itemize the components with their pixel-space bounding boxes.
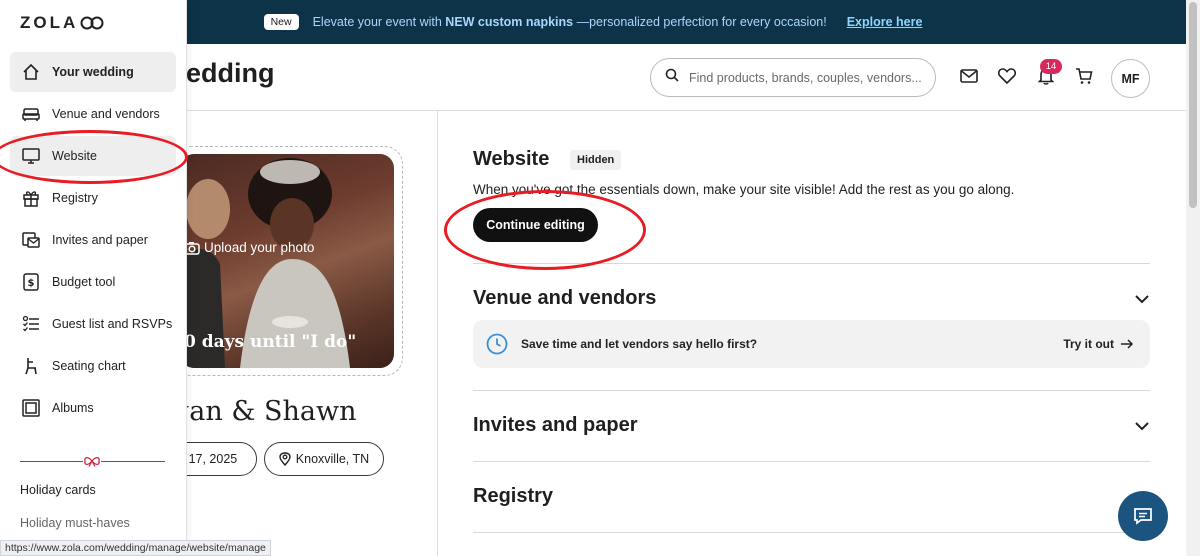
chevron-down-icon[interactable]	[1133, 417, 1151, 435]
upload-photo-button[interactable]: Upload your photo	[184, 240, 314, 255]
sidebar-item-registry[interactable]: Registry	[10, 178, 176, 218]
chat-icon	[1134, 508, 1152, 525]
vendor-tip-text: Save time and let vendors say hello firs…	[521, 337, 758, 351]
scrollbar[interactable]	[1186, 0, 1200, 556]
avatar[interactable]: MF	[1111, 59, 1150, 98]
couple-photo[interactable]: Upload your photo 0 days until "I do"	[180, 154, 394, 368]
section-divider	[473, 390, 1150, 391]
chat-button[interactable]	[1118, 491, 1168, 541]
countdown-text: 0 days until "I do"	[184, 332, 357, 352]
upload-label: Upload your photo	[204, 240, 315, 255]
sidebar-item-label: Albums	[52, 401, 94, 415]
vendor-tip-banner: Save time and let vendors say hello firs…	[473, 320, 1150, 368]
sidebar-item-budget-tool[interactable]: $ Budget tool	[10, 262, 176, 302]
try-it-out-link[interactable]: Try it out	[1063, 337, 1134, 351]
registry-section-title[interactable]: Registry	[473, 485, 553, 508]
page-title: edding	[186, 58, 275, 88]
notification-count-badge: 14	[1040, 59, 1062, 74]
sidebar-item-albums[interactable]: Albums	[10, 388, 176, 428]
svg-text:$: $	[28, 278, 35, 289]
chevron-down-icon[interactable]	[1133, 290, 1151, 308]
dollar-icon: $	[22, 273, 40, 291]
explore-link[interactable]: Explore here	[847, 15, 923, 29]
banner-message-pre: Elevate your event with	[312, 15, 446, 29]
search-bar[interactable]	[650, 58, 936, 97]
holiday-must-haves-link[interactable]: Holiday must-haves	[20, 516, 130, 530]
banner-message-bold: NEW custom napkins	[445, 15, 574, 29]
sidebar: ZOLA Your wedding Venue and vendors Webs…	[0, 0, 187, 556]
sidebar-item-guest-list[interactable]: Guest list and RSVPs	[10, 304, 176, 344]
album-icon	[22, 399, 40, 417]
arrow-right-icon	[1121, 339, 1134, 349]
bow-icon	[83, 453, 101, 469]
section-divider	[473, 461, 1150, 462]
status-badge: Hidden	[570, 150, 622, 170]
sidebar-item-label: Registry	[52, 191, 98, 205]
section-divider	[473, 263, 1150, 264]
heart-icon[interactable]	[997, 66, 1017, 86]
sidebar-item-label: Seating chart	[52, 359, 126, 373]
location-text: Knoxville, TN	[295, 452, 370, 466]
section-divider	[473, 532, 1150, 533]
sidebar-item-label: Budget tool	[52, 275, 116, 289]
holiday-cards-link[interactable]: Holiday cards	[20, 483, 96, 497]
chair-icon	[22, 357, 40, 375]
monitor-icon	[22, 147, 40, 165]
column-divider	[437, 111, 438, 556]
venue-section-title[interactable]: Venue and vendors	[473, 287, 656, 310]
sofa-icon	[22, 105, 40, 123]
sidebar-item-label: Website	[52, 149, 97, 163]
gift-icon	[22, 189, 40, 207]
try-it-out-label: Try it out	[1063, 337, 1114, 351]
continue-editing-button[interactable]: Continue editing	[473, 208, 598, 242]
logo-text: ZOLA	[20, 13, 79, 32]
sidebar-item-your-wedding[interactable]: Your wedding	[10, 52, 176, 92]
website-section-title: Website	[473, 148, 550, 170]
sidebar-item-website[interactable]: Website	[10, 136, 176, 176]
zola-logo[interactable]: ZOLA	[20, 13, 108, 33]
clock-icon	[486, 333, 508, 355]
couple-names: gan & Shawn	[172, 396, 357, 427]
cart-icon[interactable]	[1074, 66, 1094, 86]
page: New Elevate your event with NEW custom n…	[0, 0, 1200, 556]
sidebar-item-invites-and-paper[interactable]: Invites and paper	[10, 220, 176, 260]
banner-message-post: —personalized perfection for every occas…	[573, 15, 827, 29]
location-pin-icon	[279, 452, 291, 466]
status-bar-url: https://www.zola.com/wedding/manage/webs…	[0, 540, 271, 556]
scrollbar-thumb[interactable]	[1189, 2, 1197, 208]
sidebar-item-label: Your wedding	[52, 65, 134, 79]
sidebar-item-venue-and-vendors[interactable]: Venue and vendors	[10, 94, 176, 134]
sidebar-item-label: Guest list and RSVPs	[52, 317, 173, 331]
home-icon	[22, 63, 40, 81]
envelope-icon	[22, 231, 40, 249]
sidebar-item-label: Venue and vendors	[52, 107, 160, 121]
website-description: When you've got the essentials down, mak…	[473, 182, 1015, 197]
sidebar-item-seating-chart[interactable]: Seating chart	[10, 346, 176, 386]
new-badge: New	[263, 14, 299, 30]
list-icon	[22, 315, 40, 333]
invites-section-title[interactable]: Invites and paper	[473, 414, 638, 437]
banner-message: Elevate your event with NEW custom napki…	[313, 15, 827, 29]
search-icon	[665, 68, 679, 87]
mail-icon[interactable]	[959, 66, 979, 86]
rings-logo-icon	[80, 16, 104, 30]
search-input[interactable]	[689, 70, 929, 85]
location-pill[interactable]: Knoxville, TN	[264, 442, 384, 476]
sidebar-item-label: Invites and paper	[52, 233, 148, 247]
